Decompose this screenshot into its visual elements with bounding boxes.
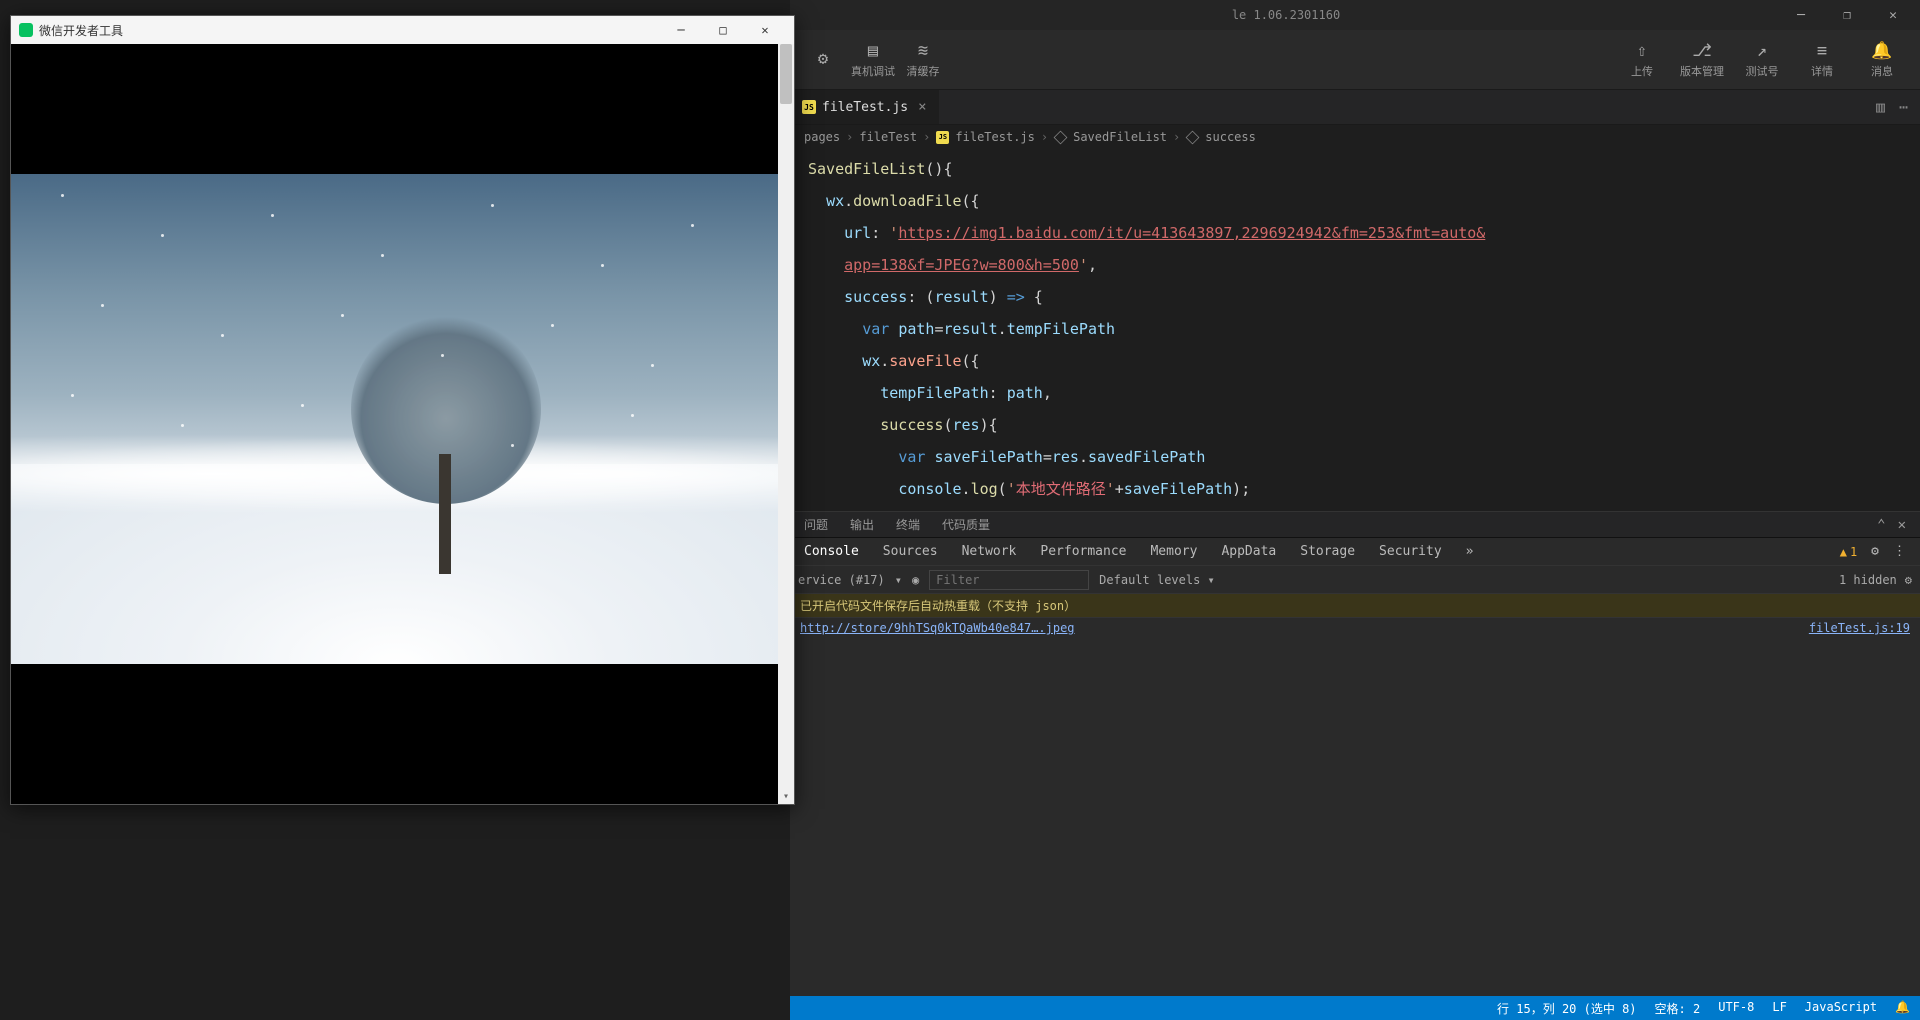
devtools-tabs: Console Sources Network Performance Memo… bbox=[790, 537, 1920, 565]
upload-button[interactable]: ⇧上传 bbox=[1612, 30, 1672, 89]
phone-icon: ▤ bbox=[868, 41, 878, 61]
cursor-position[interactable]: 行 15，列 20 (选中 8) bbox=[1497, 1000, 1636, 1017]
scrollbar-thumb[interactable] bbox=[780, 44, 792, 104]
sim-minimize-button[interactable]: ─ bbox=[660, 16, 702, 44]
console-output: 已开启代码文件保存后自动热重载（不支持 json） http://store/9… bbox=[790, 593, 1920, 638]
minimize-button[interactable]: ─ bbox=[1778, 0, 1824, 30]
tab-memory[interactable]: Memory bbox=[1150, 544, 1197, 559]
levels-selector[interactable]: Default levels ▾ bbox=[1099, 573, 1215, 587]
indent-setting[interactable]: 空格: 2 bbox=[1655, 1000, 1701, 1017]
simulator-titlebar: 微信开发者工具 ─ □ ✕ bbox=[11, 16, 794, 44]
clear-cache-button[interactable]: ≋清缓存 bbox=[898, 30, 948, 89]
sim-close-button[interactable]: ✕ bbox=[744, 16, 786, 44]
tab-terminal[interactable]: 终端 bbox=[896, 516, 920, 533]
eol[interactable]: LF bbox=[1772, 1000, 1786, 1017]
details-button[interactable]: ≡详情 bbox=[1792, 30, 1852, 89]
tab-label: fileTest.js bbox=[822, 100, 908, 115]
scroll-down-icon[interactable]: ▾ bbox=[778, 788, 794, 804]
tab-filetest[interactable]: JS fileTest.js × bbox=[790, 90, 940, 124]
language-mode[interactable]: JavaScript bbox=[1805, 1000, 1877, 1017]
crumb-pages[interactable]: pages bbox=[804, 130, 840, 144]
tab-console[interactable]: Console bbox=[804, 544, 859, 559]
compile-button[interactable]: ⚙ bbox=[798, 30, 848, 89]
warning-badge[interactable]: ▲ 1 bbox=[1840, 545, 1857, 559]
gear-icon[interactable]: ⚙ bbox=[1905, 573, 1912, 587]
stack-icon: ≋ bbox=[918, 41, 928, 61]
tab-appdata[interactable]: AppData bbox=[1221, 544, 1276, 559]
filter-input[interactable] bbox=[929, 570, 1089, 590]
messages-button[interactable]: 🔔消息 bbox=[1852, 30, 1912, 89]
status-bar: 行 15，列 20 (选中 8) 空格: 2 UTF-8 LF JavaScri… bbox=[790, 996, 1920, 1020]
kebab-icon[interactable]: ⋮ bbox=[1893, 544, 1906, 559]
console-warn-line: 已开启代码文件保存后自动热重载（不支持 json） bbox=[790, 593, 1920, 617]
tab-sources[interactable]: Sources bbox=[883, 544, 938, 559]
hidden-count[interactable]: 1 hidden bbox=[1839, 573, 1897, 587]
downloaded-image bbox=[11, 174, 781, 664]
close-panel-icon[interactable]: ✕ bbox=[1898, 517, 1906, 533]
close-button[interactable]: ✕ bbox=[1870, 0, 1916, 30]
crumb-filetest[interactable]: fileTest bbox=[859, 130, 917, 144]
gear-icon[interactable]: ⚙ bbox=[1871, 544, 1879, 559]
eye-icon[interactable]: ◉ bbox=[912, 573, 919, 587]
bell-icon: 🔔 bbox=[1871, 41, 1892, 61]
list-icon: ≡ bbox=[1817, 41, 1827, 61]
close-icon[interactable]: × bbox=[918, 99, 926, 115]
titlebar: le 1.06.2301160 ─ ❐ ✕ bbox=[790, 0, 1920, 30]
editor-tabs: JS fileTest.js × ▥ ⋯ bbox=[790, 90, 1920, 125]
console-source-link[interactable]: fileTest.js:19 bbox=[1809, 621, 1910, 635]
bell-icon[interactable]: 🔔 bbox=[1895, 1000, 1910, 1017]
console-link[interactable]: http://store/9hhTSq0kTQaWb40e847….jpeg bbox=[800, 621, 1075, 635]
remote-debug-button[interactable]: ▤真机调试 bbox=[848, 30, 898, 89]
export-icon: ↗ bbox=[1757, 41, 1767, 61]
branch-icon: ⎇ bbox=[1692, 41, 1712, 61]
crumb-func[interactable]: SavedFileList bbox=[1073, 130, 1167, 144]
tab-problems[interactable]: 问题 bbox=[804, 516, 828, 533]
simulator-window: 微信开发者工具 ─ □ ✕ ▾ bbox=[10, 15, 795, 805]
crumb-success[interactable]: success bbox=[1205, 130, 1256, 144]
code-editor[interactable]: SavedFileList(){ wx.downloadFile({ url: … bbox=[790, 149, 1920, 511]
version-button[interactable]: ⎇版本管理 bbox=[1672, 30, 1732, 89]
breadcrumb: pages› fileTest› JS fileTest.js› SavedFi… bbox=[790, 125, 1920, 149]
tab-security[interactable]: Security bbox=[1379, 544, 1442, 559]
tab-storage[interactable]: Storage bbox=[1300, 544, 1355, 559]
tab-quality[interactable]: 代码质量 bbox=[942, 516, 990, 533]
wx-logo-icon bbox=[19, 23, 33, 37]
symbol-icon bbox=[1054, 130, 1068, 144]
app-title: le 1.06.2301160 bbox=[794, 8, 1778, 22]
test-id-button[interactable]: ↗测试号 bbox=[1732, 30, 1792, 89]
console-filter-row: ervice (#17) ▾ ◉ Default levels ▾ 1 hidd… bbox=[790, 565, 1920, 593]
gear-icon: ⚙ bbox=[818, 49, 828, 69]
js-icon: JS bbox=[936, 131, 949, 144]
js-icon: JS bbox=[802, 100, 816, 114]
more-icon[interactable]: ⋯ bbox=[1899, 98, 1908, 116]
maximize-button[interactable]: ❐ bbox=[1824, 0, 1870, 30]
tab-network[interactable]: Network bbox=[962, 544, 1017, 559]
simulator-title: 微信开发者工具 bbox=[39, 22, 123, 39]
tab-output[interactable]: 输出 bbox=[850, 516, 874, 533]
more-tabs-icon[interactable]: » bbox=[1466, 544, 1474, 559]
toolbar: ⚙ ▤真机调试 ≋清缓存 ⇧上传 ⎇版本管理 ↗测试号 ≡详情 🔔消息 bbox=[790, 30, 1920, 90]
chevron-up-icon[interactable]: ⌃ bbox=[1877, 517, 1885, 533]
sim-maximize-button[interactable]: □ bbox=[702, 16, 744, 44]
console-log-line: http://store/9hhTSq0kTQaWb40e847….jpeg f… bbox=[790, 617, 1920, 638]
symbol-icon bbox=[1186, 130, 1200, 144]
upload-icon: ⇧ bbox=[1637, 41, 1647, 61]
tab-performance[interactable]: Performance bbox=[1040, 544, 1126, 559]
context-selector[interactable]: ervice (#17) bbox=[798, 573, 885, 587]
encoding[interactable]: UTF-8 bbox=[1718, 1000, 1754, 1017]
simulator-scrollbar[interactable]: ▾ bbox=[778, 44, 794, 804]
panel-tabs: 问题 输出 终端 代码质量 ⌃ ✕ bbox=[790, 511, 1920, 537]
layout-icon[interactable]: ▥ bbox=[1876, 98, 1885, 116]
crumb-file[interactable]: fileTest.js bbox=[955, 130, 1034, 144]
chevron-down-icon[interactable]: ▾ bbox=[895, 573, 902, 587]
simulator-viewport[interactable] bbox=[11, 44, 794, 804]
